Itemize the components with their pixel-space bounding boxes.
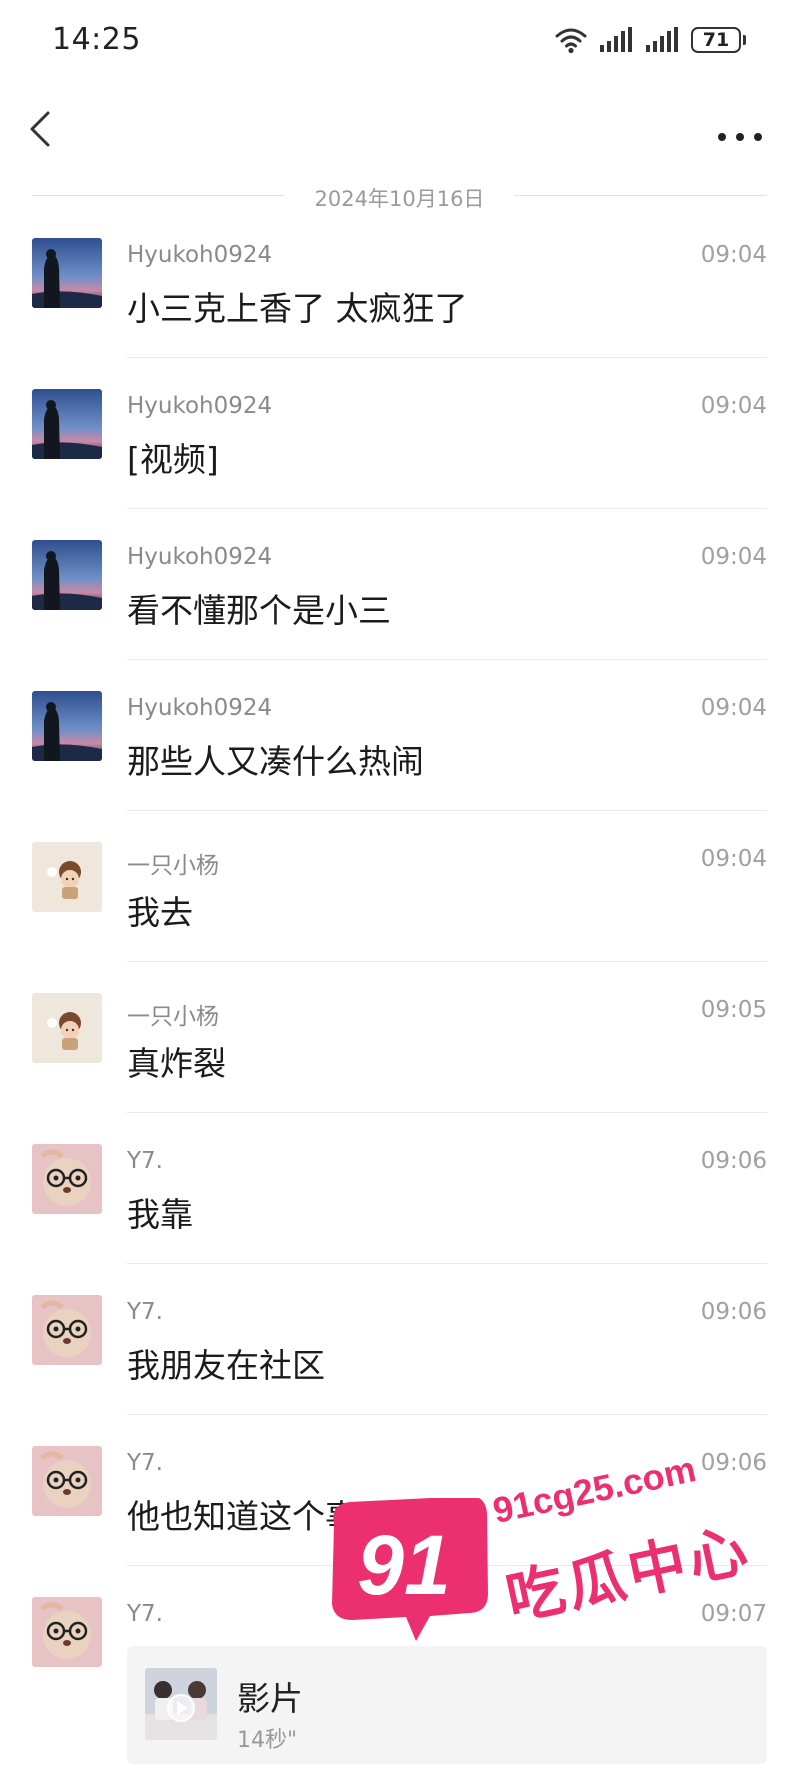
sender-name: Y7. <box>127 1148 163 1174</box>
status-icons: 71 <box>555 24 746 56</box>
message-item[interactable]: Y7. 09:06 我朋友在社区 <box>0 1295 800 1446</box>
more-button[interactable] <box>710 105 770 155</box>
message-item[interactable]: Hyukoh0924 09:04 小三克上香了 太疯狂了 <box>0 238 800 389</box>
battery-icon: 71 <box>691 27 746 53</box>
nav-bar <box>0 95 800 165</box>
message-item[interactable]: Hyukoh0924 09:04 [视频] <box>0 389 800 540</box>
avatar[interactable] <box>32 1597 102 1667</box>
back-button[interactable] <box>22 105 72 155</box>
message-time: 09:04 <box>700 695 767 721</box>
avatar[interactable] <box>32 691 102 761</box>
avatar[interactable] <box>32 1144 102 1214</box>
sender-name: Hyukoh0924 <box>127 695 273 721</box>
message-time: 09:06 <box>700 1148 767 1174</box>
divider <box>127 357 767 358</box>
sender-name: Y7. <box>127 1450 163 1476</box>
divider <box>127 810 767 811</box>
avatar[interactable] <box>32 540 102 610</box>
message-time: 09:04 <box>700 846 767 872</box>
message-time: 09:04 <box>700 242 767 268</box>
message-item[interactable]: Hyukoh0924 09:04 看不懂那个是小三 <box>0 540 800 691</box>
avatar[interactable] <box>32 993 102 1063</box>
video-title: 影片 <box>237 1679 303 1718</box>
sender-name: Hyukoh0924 <box>127 393 273 419</box>
message-time: 09:04 <box>700 393 767 419</box>
divider <box>127 1112 767 1113</box>
signal-icon <box>600 27 632 52</box>
chevron-left-icon <box>30 111 50 147</box>
sender-name: 一只小杨 <box>127 1004 219 1030</box>
date-divider-label: 2024年10月16日 <box>314 187 485 211</box>
status-time: 14:25 <box>52 22 141 57</box>
message-text[interactable]: 小三克上香了 太疯狂了 <box>127 282 468 330</box>
battery-level: 71 <box>691 27 741 53</box>
divider <box>127 961 767 962</box>
message-text[interactable]: 真炸裂 <box>127 1037 226 1085</box>
divider <box>127 659 767 660</box>
avatar[interactable] <box>32 842 102 912</box>
message-text[interactable]: 看不懂那个是小三 <box>127 584 391 632</box>
message-text[interactable]: 那些人又凑什么热闹 <box>127 735 424 783</box>
divider <box>127 1414 767 1415</box>
message-text[interactable]: [视频] <box>127 433 219 481</box>
avatar[interactable] <box>32 1446 102 1516</box>
sender-name: 一只小杨 <box>127 853 219 879</box>
message-item[interactable]: Y7. 09:06 我靠 <box>0 1144 800 1295</box>
wifi-icon <box>555 28 587 54</box>
message-item[interactable]: Hyukoh0924 09:04 那些人又凑什么热闹 <box>0 691 800 842</box>
message-time: 09:06 <box>700 1299 767 1325</box>
date-divider: 2024年10月16日 <box>32 177 767 213</box>
watermark: 91 91cg25.com 吃瓜中心 <box>310 1448 790 1680</box>
avatar[interactable] <box>32 238 102 308</box>
video-thumbnail[interactable] <box>145 1668 217 1740</box>
divider <box>127 1263 767 1264</box>
watermark-badge: 91 <box>332 1498 488 1641</box>
watermark-badge-text: 91 <box>357 1518 450 1612</box>
sender-name: Hyukoh0924 <box>127 242 273 268</box>
status-bar: 14:25 71 <box>0 0 800 80</box>
sender-name: Hyukoh0924 <box>127 544 273 570</box>
avatar[interactable] <box>32 1295 102 1365</box>
message-time: 09:04 <box>700 544 767 570</box>
message-time: 09:06 <box>700 1450 767 1476</box>
signal-icon <box>646 27 678 52</box>
message-item[interactable]: 一只小杨 09:04 我去 <box>0 842 800 993</box>
message-item[interactable]: 一只小杨 09:05 真炸裂 <box>0 993 800 1144</box>
message-text[interactable]: 我朋友在社区 <box>127 1339 325 1387</box>
message-time: 09:05 <box>700 997 767 1023</box>
divider <box>127 508 767 509</box>
sender-name: Y7. <box>127 1601 163 1627</box>
more-dots-icon <box>718 133 762 141</box>
message-text[interactable]: 我去 <box>127 886 193 934</box>
message-text[interactable]: 我靠 <box>127 1188 193 1236</box>
sender-name: Y7. <box>127 1299 163 1325</box>
video-duration: 14秒" <box>237 1728 298 1753</box>
avatar[interactable] <box>32 389 102 459</box>
